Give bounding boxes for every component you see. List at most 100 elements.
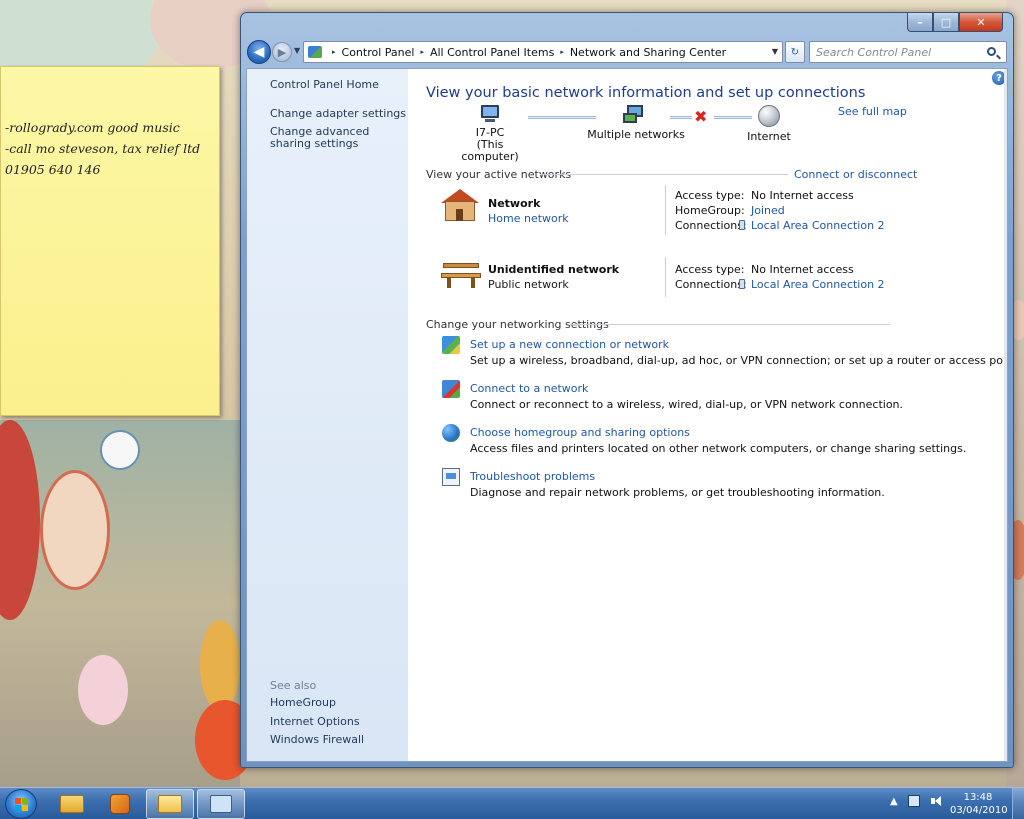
network-type-label[interactable]: Public network xyxy=(488,278,569,291)
sticky-note-line: -rollogrady.com good music xyxy=(5,120,180,135)
breadcrumb-item-control-panel[interactable]: Control Panel xyxy=(342,46,415,59)
address-bar: ◀ ▶ ▼ ▸ Control Panel ▸ All Control Pane… xyxy=(247,40,1009,64)
section-divider xyxy=(570,324,890,325)
nav-windows-firewall[interactable]: Windows Firewall xyxy=(270,734,364,746)
new-connection-icon[interactable] xyxy=(442,336,460,354)
explorer-icon xyxy=(60,795,84,813)
search-input[interactable]: Search Control Panel xyxy=(809,41,1007,63)
nav-change-advanced-sharing[interactable]: Change advanced sharing settings xyxy=(270,126,400,150)
back-button[interactable]: ◀ xyxy=(247,40,271,64)
recent-pages-chevron-icon[interactable]: ▼ xyxy=(294,46,300,55)
map-multiple-networks[interactable]: Multiple networks xyxy=(586,105,686,141)
nav-change-adapter-settings[interactable]: Change adapter settings xyxy=(270,108,406,120)
networks-label: Multiple networks xyxy=(587,128,685,141)
network-adapter-icon xyxy=(739,279,745,289)
forward-button[interactable]: ▶ xyxy=(272,42,292,62)
divider xyxy=(665,257,666,297)
map-link-line xyxy=(670,116,692,119)
see-also-label: See also xyxy=(270,679,317,692)
breadcrumb-separator: ▸ xyxy=(332,48,336,56)
connect-or-disconnect-link[interactable]: Connect or disconnect xyxy=(794,168,917,181)
troubleshoot-icon[interactable] xyxy=(442,468,460,486)
control-panel-icon xyxy=(308,46,322,58)
show-desktop-button[interactable] xyxy=(1012,788,1024,819)
connect-network-icon[interactable] xyxy=(442,380,460,398)
page-title: View your basic network information and … xyxy=(426,85,866,101)
breadcrumb-item-network-sharing[interactable]: Network and Sharing Center xyxy=(570,46,726,59)
taskbar-folder-button[interactable] xyxy=(146,789,194,819)
section-divider xyxy=(540,174,788,175)
connections-label: Connections: xyxy=(675,278,747,291)
nav-control-panel-home[interactable]: Control Panel Home xyxy=(270,79,379,91)
breadcrumb-separator: ▸ xyxy=(560,48,564,56)
connection-broken-icon: ✖ xyxy=(694,107,708,126)
navigation-pane: Control Panel Home Change adapter settin… xyxy=(247,69,408,761)
task-setup-connection-link[interactable]: Set up a new connection or network xyxy=(470,338,669,351)
folder-icon xyxy=(158,795,182,813)
access-type-label: Access type: xyxy=(675,189,745,202)
clock-date: 03/04/2010 xyxy=(950,805,1008,816)
breadcrumb-separator: ▸ xyxy=(420,48,424,56)
connection-name: Local Area Connection 2 xyxy=(751,278,885,291)
task-description: Connect or reconnect to a wireless, wire… xyxy=(470,398,904,411)
volume-icon[interactable] xyxy=(930,795,942,807)
clock-time: 13:48 xyxy=(963,792,993,803)
map-this-computer[interactable]: I7-PC (This computer) xyxy=(450,105,530,163)
network-tray-icon[interactable] xyxy=(907,795,920,807)
networks-icon xyxy=(623,105,649,125)
breadcrumb-item-all-items[interactable]: All Control Panel Items xyxy=(430,46,554,59)
breadcrumb[interactable]: ▸ Control Panel ▸ All Control Panel Item… xyxy=(303,41,783,63)
map-internet[interactable]: Internet xyxy=(734,105,804,143)
divider xyxy=(665,185,666,235)
show-hidden-icons-icon[interactable]: ▲ xyxy=(890,796,898,807)
client-area: Control Panel Home Change adapter settin… xyxy=(246,68,1008,762)
network-adapter-icon xyxy=(739,220,745,230)
caption-buttons: – □ ✕ xyxy=(907,13,1003,32)
maximize-button[interactable]: □ xyxy=(933,13,959,32)
sticky-note-line: 01905 640 146 xyxy=(5,162,101,177)
local-area-connection-link[interactable]: Local Area Connection 2 xyxy=(739,219,885,232)
network-name: Unidentified network xyxy=(488,263,620,276)
main-content: View your basic network information and … xyxy=(408,69,1007,761)
network-type-link[interactable]: Home network xyxy=(488,212,569,225)
nav-homegroup[interactable]: HomeGroup xyxy=(270,697,336,709)
close-button[interactable]: ✕ xyxy=(959,13,1003,32)
media-player-icon xyxy=(110,794,130,814)
access-type-label: Access type: xyxy=(675,263,745,276)
public-network-bench-icon[interactable] xyxy=(441,255,481,289)
vertical-scrollbar[interactable] xyxy=(1004,69,1007,761)
homegroup-label: HomeGroup: xyxy=(675,204,745,217)
search-icon[interactable] xyxy=(987,47,996,56)
home-network-icon[interactable] xyxy=(441,189,481,223)
task-description: Diagnose and repair network problems, or… xyxy=(470,486,885,499)
homegroup-sharing-icon[interactable] xyxy=(442,424,460,442)
access-type-value: No Internet access xyxy=(751,189,854,202)
internet-label: Internet xyxy=(747,130,791,143)
sticky-note[interactable]: -rollogrady.com good music -call mo stev… xyxy=(0,66,220,416)
access-type-value: No Internet access xyxy=(751,263,854,276)
sticky-note-line: -call mo steveson, tax relief ltd xyxy=(5,141,201,156)
refresh-button[interactable]: ↻ xyxy=(785,41,805,63)
taskbar-explorer-button[interactable] xyxy=(48,789,96,819)
see-full-map-link[interactable]: See full map xyxy=(838,105,907,118)
computer-icon xyxy=(479,105,501,123)
task-connect-network-link[interactable]: Connect to a network xyxy=(470,382,588,395)
clock[interactable]: 13:48 03/04/2010 xyxy=(950,791,1008,817)
nav-internet-options[interactable]: Internet Options xyxy=(270,716,360,728)
taskbar-media-player-button[interactable] xyxy=(96,789,144,819)
network-name: Network xyxy=(488,197,541,210)
search-placeholder: Search Control Panel xyxy=(816,46,932,59)
start-button[interactable] xyxy=(5,789,37,819)
taskbar-control-panel-button[interactable] xyxy=(197,789,245,819)
task-homegroup-sharing-link[interactable]: Choose homegroup and sharing options xyxy=(470,426,690,439)
control-panel-icon xyxy=(210,795,232,813)
minimize-button[interactable]: – xyxy=(907,13,933,32)
homegroup-joined-link[interactable]: Joined xyxy=(751,204,785,217)
globe-icon xyxy=(758,105,780,127)
task-troubleshoot-link[interactable]: Troubleshoot problems xyxy=(470,470,595,483)
taskbar: ▲ 13:48 03/04/2010 xyxy=(0,787,1024,819)
system-tray: ▲ xyxy=(890,795,942,807)
address-dropdown-icon[interactable]: ▼ xyxy=(772,47,778,56)
task-description: Access files and printers located on oth… xyxy=(470,442,967,455)
local-area-connection-link[interactable]: Local Area Connection 2 xyxy=(739,278,885,291)
